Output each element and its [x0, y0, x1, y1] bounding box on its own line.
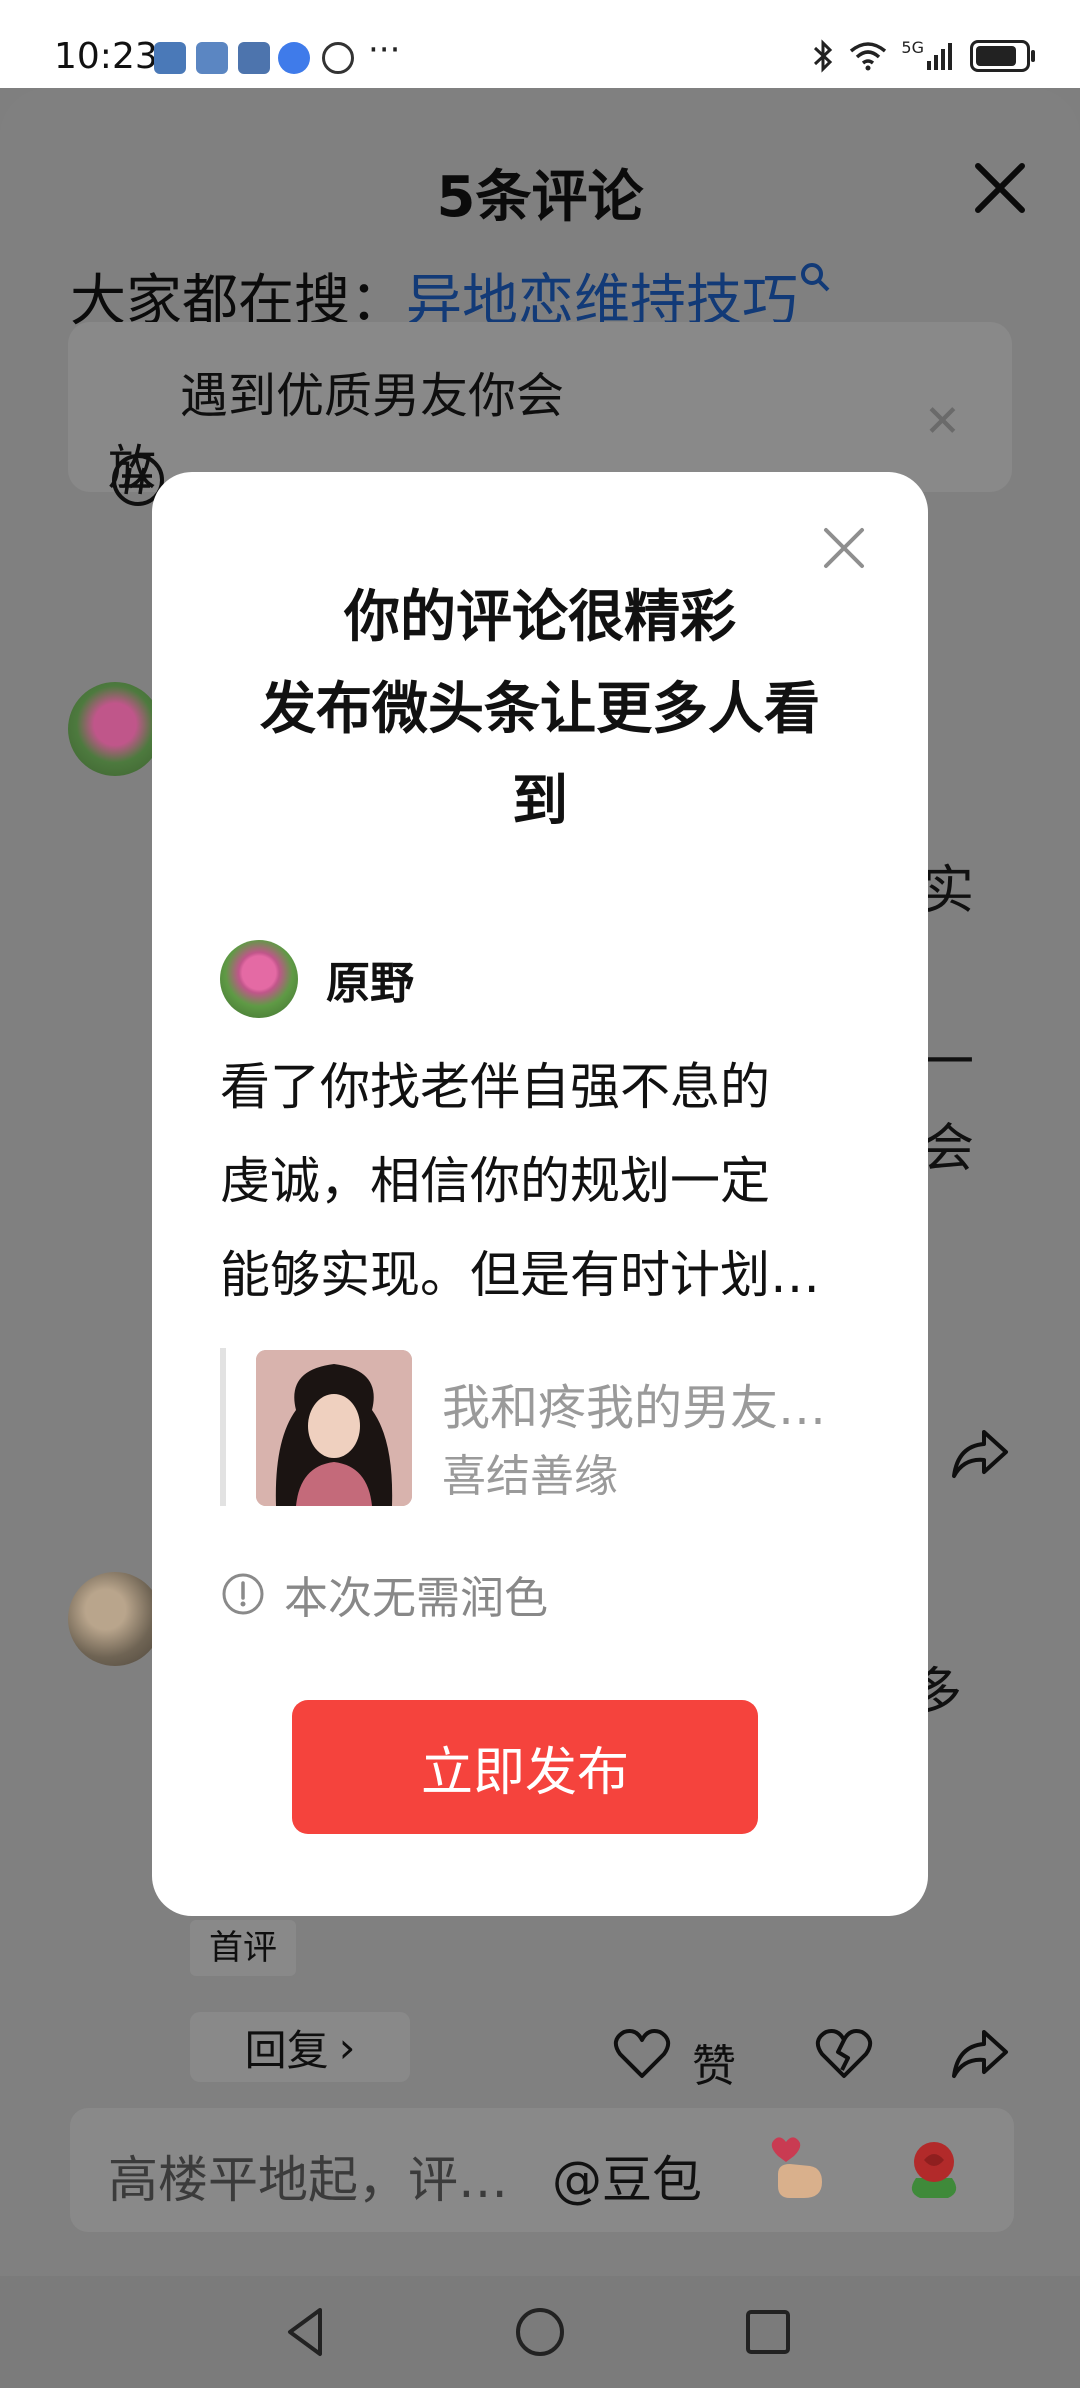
- author-avatar: [220, 940, 298, 1018]
- more-notifications-icon: ···: [368, 30, 401, 70]
- dialog-title: 你的评论很精彩 发布微头条让更多人看 到: [212, 572, 868, 848]
- polish-hint: 本次无需润色: [220, 1562, 548, 1626]
- signal-icon: [927, 43, 952, 70]
- commenter-avatar[interactable]: [68, 682, 162, 776]
- article-author: 喜结善缘: [442, 1451, 618, 1502]
- author-name: 原野: [326, 958, 414, 1009]
- topic-text-continued: 放: [108, 440, 157, 496]
- rose-emoji-icon[interactable]: [896, 2132, 972, 2208]
- reply-label: 回复: [244, 2025, 329, 2075]
- like-label: 赞: [692, 2041, 736, 2092]
- comment-input-placeholder[interactable]: 高楼平地起，评…: [108, 2140, 508, 2212]
- notification-app-icon: [196, 42, 228, 74]
- article-title: 我和疼我的男友…: [442, 1380, 827, 1436]
- dialog-title-line: 你的评论很精彩: [344, 585, 736, 650]
- status-time: 10:23: [54, 36, 158, 77]
- comment-line: 看了你找老伴自强不息的: [220, 1058, 770, 1116]
- dialog-title-line: 到: [512, 769, 568, 834]
- share-icon[interactable]: [950, 2026, 1010, 2082]
- comments-count-title: 5条评论: [436, 165, 644, 230]
- notification-app-icon: [154, 42, 186, 74]
- topic-text: 遇到优质男友你会: [180, 368, 565, 424]
- recent-apps-icon[interactable]: [736, 2300, 800, 2364]
- comment-line: 能够实现。但是有时计划…: [220, 1246, 820, 1304]
- network-type-label: 5G: [901, 37, 924, 57]
- system-navigation-bar: [0, 2276, 1080, 2388]
- dialog-title-line: 发布微头条让更多人看: [260, 677, 820, 742]
- background-comment-text: 会: [922, 1119, 975, 1179]
- battery-level: [976, 46, 1016, 66]
- publish-micro-headline-dialog: 你的评论很精彩 发布微头条让更多人看 到 原野 看了你找老伴自强不息的 虔诚，相…: [152, 472, 928, 1916]
- commenter-avatar[interactable]: [68, 1572, 162, 1666]
- polish-hint-text: 本次无需润色: [284, 1573, 548, 1624]
- battery-icon: [970, 40, 1035, 72]
- background-comment-text: 实: [922, 861, 975, 921]
- wifi-icon: [850, 42, 887, 71]
- notification-app-icon: [238, 42, 270, 74]
- publish-now-button[interactable]: 立即发布: [292, 1700, 758, 1834]
- chevron-right-icon: ›: [338, 2022, 356, 2072]
- finger-heart-emoji-icon[interactable]: [764, 2134, 836, 2206]
- article-thumbnail: [256, 1350, 412, 1506]
- portrait-image: [256, 1350, 412, 1506]
- back-icon[interactable]: [276, 2300, 340, 2364]
- quoted-article: 我和疼我的男友… 喜结善缘: [220, 1348, 876, 1506]
- heart-icon[interactable]: [612, 2026, 672, 2082]
- close-topic-icon[interactable]: ✕: [924, 396, 961, 447]
- first-comment-badge: 首评: [190, 1920, 296, 1976]
- reply-button[interactable]: 回复 ›: [190, 2012, 410, 2082]
- status-bar: 10:23 ··· 5G: [0, 0, 1080, 88]
- share-icon[interactable]: [950, 1426, 1010, 1482]
- mention-doubao-button[interactable]: @豆包: [552, 2140, 702, 2212]
- browser-app-icon: [278, 42, 310, 74]
- info-icon: [222, 1573, 264, 1615]
- close-sheet-icon[interactable]: [950, 138, 1050, 238]
- comment-author: 原野: [220, 940, 414, 1018]
- home-icon[interactable]: [508, 2300, 572, 2364]
- search-icon: [801, 263, 830, 292]
- hand-app-icon: [322, 42, 354, 74]
- dislike-icon[interactable]: [814, 2026, 874, 2082]
- comment-line: 虔诚，相信你的规划一定: [220, 1152, 770, 1210]
- close-dialog-icon[interactable]: [818, 522, 870, 574]
- comment-body: 看了你找老伴自强不息的 虔诚，相信你的规划一定 能够实现。但是有时计划…: [220, 1040, 870, 1322]
- background-comment-text: 一: [922, 1033, 975, 1093]
- bluetooth-icon: [814, 39, 833, 73]
